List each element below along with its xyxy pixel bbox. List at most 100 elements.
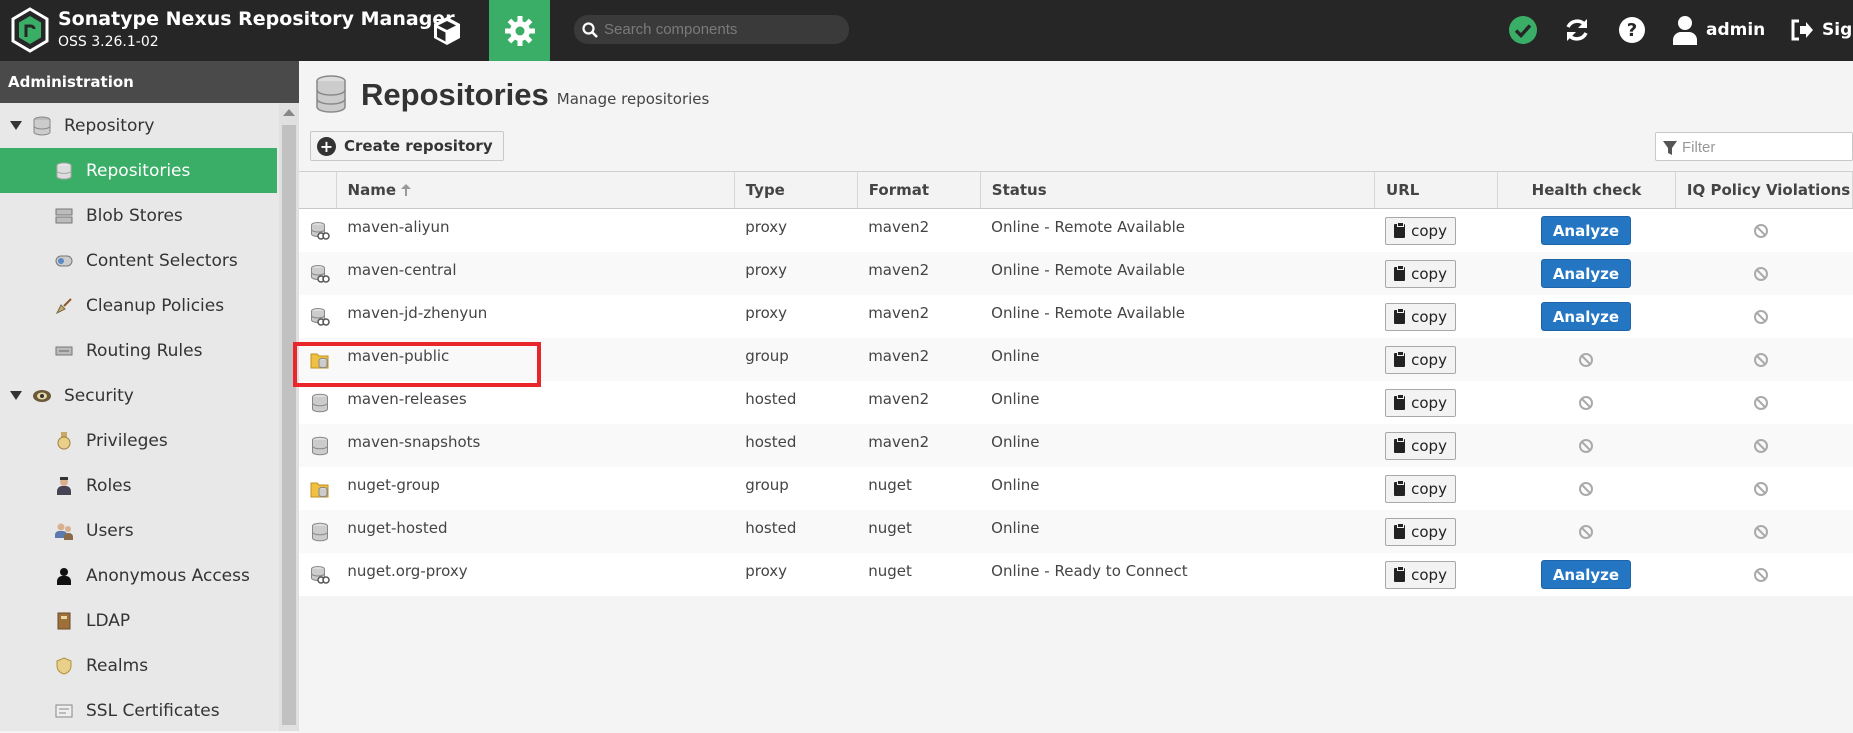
copy-url-button[interactable]: copy — [1385, 388, 1456, 417]
column-header-format[interactable]: Format — [858, 172, 981, 208]
column-header-type[interactable]: Type — [735, 172, 858, 208]
clipboard-icon — [1394, 565, 1406, 582]
table-row[interactable]: maven-snapshots hosted maven2 Online copy — [299, 424, 1853, 467]
not-available-icon — [1753, 438, 1768, 453]
plus-circle-icon: + — [317, 136, 336, 156]
iq-policy-cell — [1675, 338, 1853, 381]
sidebar-header: Administration — [0, 61, 299, 103]
table-row[interactable]: maven-aliyun proxy maven2 Online - Remote A… — [299, 209, 1853, 252]
search-input[interactable] — [604, 18, 839, 40]
nexus-logo-icon[interactable] — [10, 7, 50, 53]
not-available-icon — [1753, 266, 1768, 281]
sidebar-item-label: Routing Rules — [86, 340, 203, 361]
sidebar-item-realms[interactable]: Realms — [0, 643, 277, 688]
browse-mode-button[interactable] — [427, 0, 467, 61]
column-header-url[interactable]: URL — [1375, 172, 1499, 208]
repo-name[interactable]: maven-jd-zhenyun — [336, 295, 734, 338]
scroll-up-arrow-icon[interactable] — [283, 109, 295, 116]
table-row[interactable]: nuget.org-proxy proxy nuget Online - Ready … — [299, 553, 1853, 596]
clipboard-icon — [1394, 307, 1406, 324]
system-status-indicator[interactable] — [1505, 12, 1541, 48]
sidebar-item-cleanup-policies[interactable]: Cleanup Policies — [0, 283, 277, 328]
table-row[interactable]: nuget-hosted hosted nuget Online copy — [299, 510, 1853, 553]
sidebar-item-content-selectors[interactable]: Content Selectors — [0, 238, 277, 283]
caret-down-icon[interactable] — [10, 121, 22, 130]
filter-icon — [1663, 141, 1677, 155]
table-row[interactable]: maven-public group maven2 Online copy — [299, 338, 1853, 381]
repo-name[interactable]: maven-central — [336, 252, 734, 295]
clipboard-icon — [1394, 393, 1406, 410]
column-header-iq-policy-violations[interactable]: IQ Policy Violations — [1676, 172, 1853, 208]
repo-name[interactable]: maven-snapshots — [336, 424, 734, 467]
health-check-cell — [1497, 467, 1675, 510]
analyze-button[interactable]: Analyze — [1540, 560, 1632, 589]
scrollbar-thumb[interactable] — [282, 125, 296, 725]
column-header-name[interactable]: Name — [337, 172, 735, 208]
sidebar-item-privileges[interactable]: Privileges — [0, 418, 277, 463]
copy-url-button[interactable]: copy — [1385, 302, 1456, 331]
sign-out-button[interactable]: Sign out — [1790, 12, 1853, 48]
database-icon — [32, 116, 52, 136]
svg-text:?: ? — [1627, 20, 1637, 41]
refresh-icon — [1566, 19, 1588, 41]
search-components[interactable] — [574, 15, 849, 44]
copy-url-button[interactable]: copy — [1385, 216, 1456, 245]
filter-box[interactable] — [1655, 132, 1853, 161]
table-row[interactable]: nuget-group group nuget Online copy — [299, 467, 1853, 510]
table-row[interactable]: maven-releases hosted maven2 Online copy — [299, 381, 1853, 424]
user-menu[interactable]: admin — [1672, 12, 1765, 48]
sidebar-item-ldap[interactable]: LDAP — [0, 598, 277, 643]
table-row[interactable]: maven-jd-zhenyun proxy maven2 Online - Remo… — [299, 295, 1853, 338]
not-available-icon — [1578, 524, 1593, 539]
analyze-button[interactable]: Analyze — [1540, 302, 1632, 331]
copy-url-button[interactable]: copy — [1385, 259, 1456, 288]
repo-name[interactable]: maven-aliyun — [336, 209, 734, 252]
refresh-button[interactable] — [1559, 12, 1595, 48]
create-repository-button[interactable]: + Create repository — [310, 131, 504, 161]
column-header-status[interactable]: Status — [981, 172, 1376, 208]
repo-name[interactable]: nuget-hosted — [336, 510, 734, 553]
help-button[interactable]: ? — [1614, 12, 1650, 48]
content-selector-icon — [54, 251, 74, 271]
filter-input[interactable] — [1682, 136, 1847, 158]
sidebar-item-repositories[interactable]: Repositories — [0, 148, 277, 193]
grid-header: Name Type Format Status URL Health check… — [299, 171, 1853, 209]
column-header-health-check[interactable]: Health check — [1498, 172, 1676, 208]
repo-format: maven2 — [868, 304, 930, 322]
blob-store-icon — [54, 206, 74, 226]
sidebar-scrollbar[interactable] — [279, 103, 299, 731]
sidebar-group-repository[interactable]: Repository — [0, 103, 299, 148]
repo-name[interactable]: nuget.org-proxy — [336, 553, 734, 596]
repo-name[interactable]: maven-releases — [336, 381, 734, 424]
analyze-button[interactable]: Analyze — [1540, 259, 1632, 288]
analyze-button[interactable]: Analyze — [1540, 216, 1632, 245]
sidebar-item-roles[interactable]: Roles — [0, 463, 277, 508]
repo-format: nuget — [868, 476, 912, 494]
create-repository-label: Create repository — [344, 137, 493, 155]
table-row[interactable]: maven-central proxy maven2 Online - Remote … — [299, 252, 1853, 295]
not-available-icon — [1578, 395, 1593, 410]
sidebar-item-label: Privileges — [86, 430, 168, 451]
copy-url-button[interactable]: copy — [1385, 431, 1456, 460]
admin-mode-button[interactable] — [489, 0, 550, 61]
sidebar-item-ssl-certificates[interactable]: SSL Certificates — [0, 688, 277, 733]
copy-url-button[interactable]: copy — [1385, 560, 1456, 589]
health-check-cell — [1497, 510, 1675, 553]
caret-down-icon[interactable] — [10, 391, 22, 400]
app-title: Sonatype Nexus Repository Manager — [58, 8, 455, 30]
repo-type: hosted — [745, 390, 797, 408]
sidebar-group-label: Security — [64, 385, 134, 406]
sidebar-item-routing-rules[interactable]: Routing Rules — [0, 328, 277, 373]
repositories-header-icon — [316, 75, 346, 113]
sidebar-item-blob-stores[interactable]: Blob Stores — [0, 193, 277, 238]
sidebar-item-users[interactable]: Users — [0, 508, 277, 553]
health-check-cell — [1497, 381, 1675, 424]
copy-url-button[interactable]: copy — [1385, 517, 1456, 546]
sidebar-item-anonymous-access[interactable]: Anonymous Access — [0, 553, 277, 598]
sidebar-group-security[interactable]: Security — [0, 373, 299, 418]
repo-name[interactable]: nuget-group — [336, 467, 734, 510]
repo-name[interactable]: maven-public — [336, 338, 734, 381]
copy-url-button[interactable]: copy — [1385, 345, 1456, 374]
copy-url-button[interactable]: copy — [1385, 474, 1456, 503]
routing-icon — [54, 341, 74, 361]
